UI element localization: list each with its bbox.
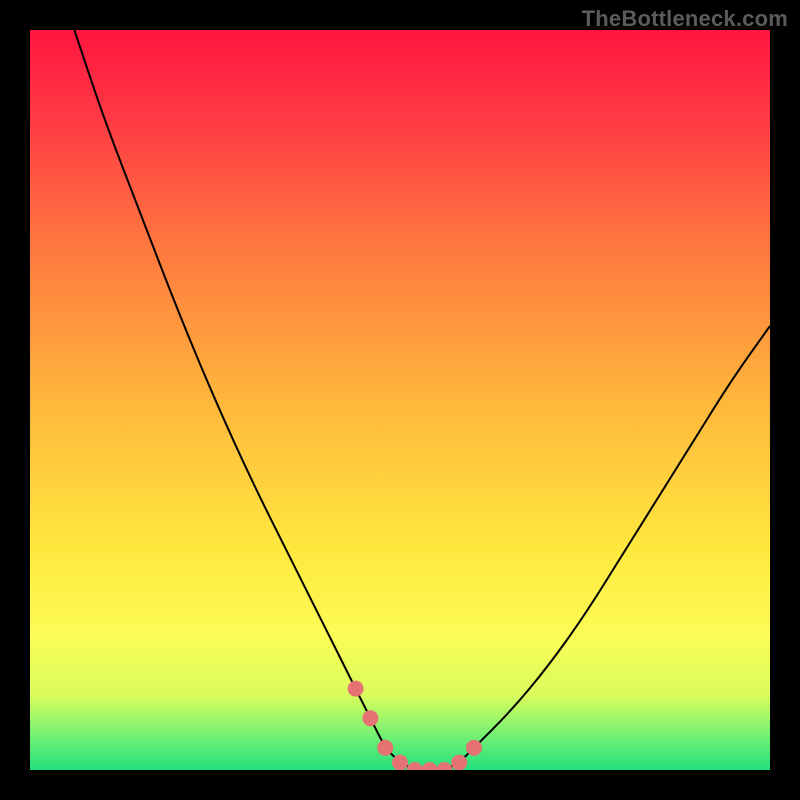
plot-area: [30, 30, 770, 770]
highlight-marker: [466, 740, 482, 756]
highlight-marker: [436, 762, 452, 770]
highlight-marker: [422, 762, 438, 770]
chart-svg: [30, 30, 770, 770]
bottleneck-curve-path: [74, 30, 770, 770]
highlight-marker: [348, 681, 364, 697]
highlight-marker: [451, 755, 467, 770]
highlight-marker: [362, 710, 378, 726]
highlight-marker: [377, 740, 393, 756]
highlight-marker: [392, 755, 408, 770]
highlight-marker: [407, 762, 423, 770]
watermark-text: TheBottleneck.com: [582, 6, 788, 32]
marker-group: [348, 681, 482, 770]
